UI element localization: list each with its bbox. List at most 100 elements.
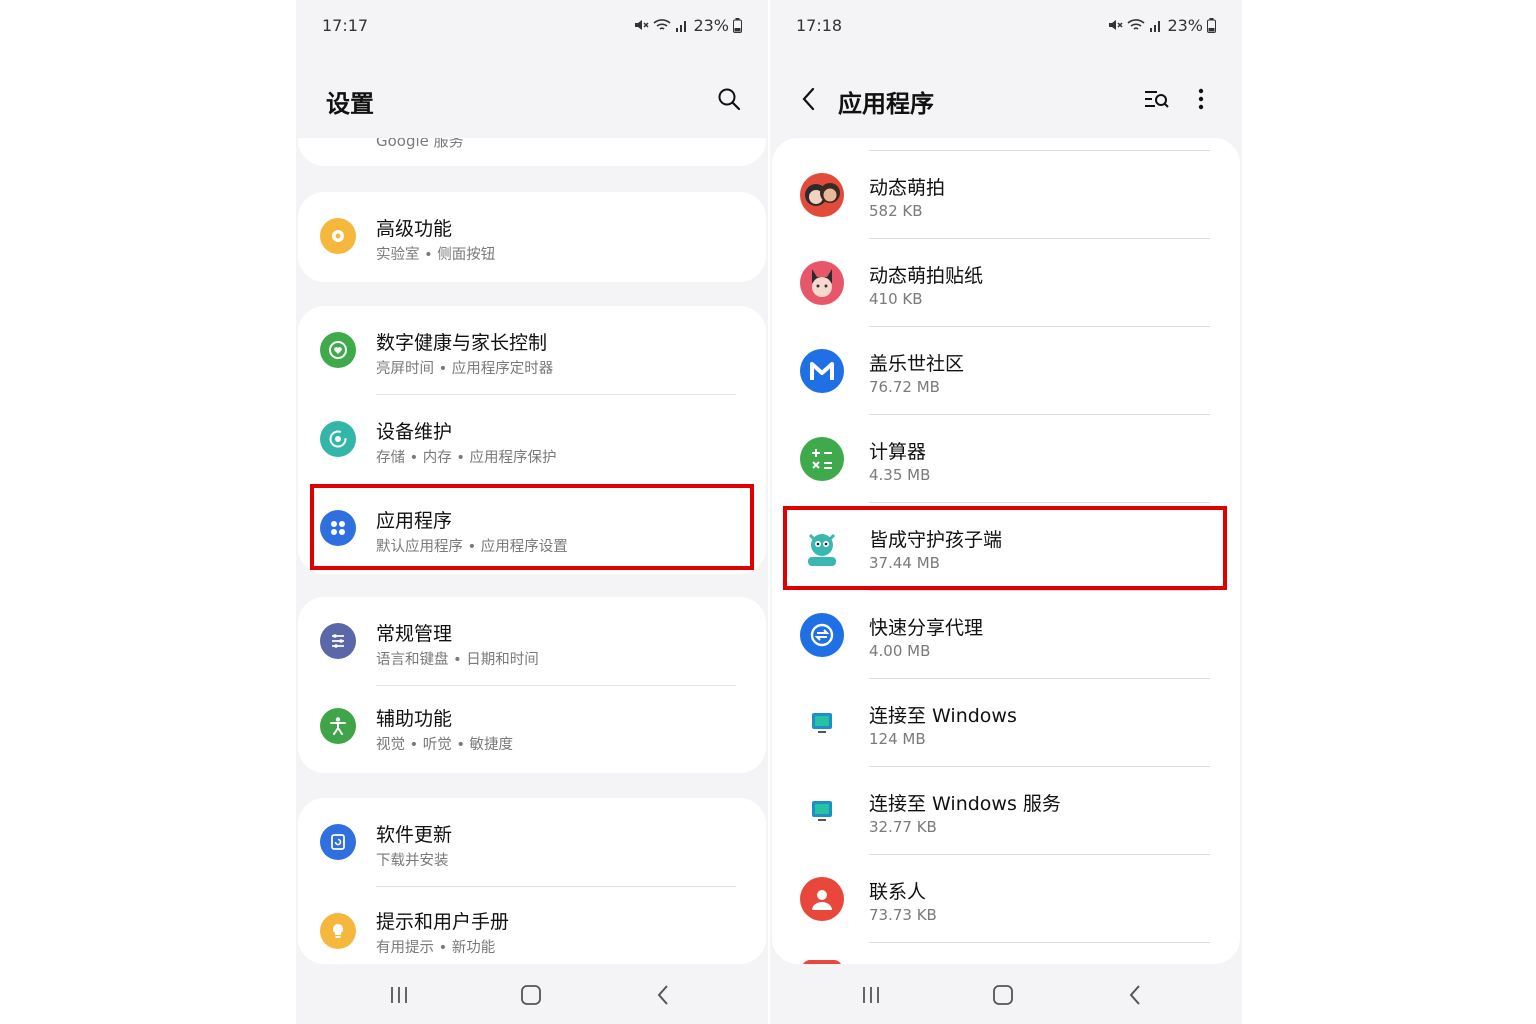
app-name: 快速分享代理: [869, 617, 984, 639]
navigation-bar: [770, 964, 1242, 1024]
ar-emoji-sticker-icon: [800, 261, 844, 305]
item-title: 软件更新: [376, 824, 453, 846]
home-button[interactable]: [518, 982, 544, 1008]
home-icon: [521, 985, 541, 1005]
maintenance-icon: [320, 421, 356, 457]
settings-item-general[interactable]: 常规管理 语言和键盘 • 日期和时间: [298, 597, 766, 685]
advanced-card: 高级功能 实验室 • 侧面按钮: [298, 192, 766, 282]
highlight-box-apps: [310, 484, 754, 570]
status-icons: 23%: [1107, 16, 1216, 35]
app-name: 连接至 Windows 服务: [869, 793, 1061, 815]
settings-item-accessibility[interactable]: 辅助功能 视觉 • 听觉 • 敏捷度: [298, 686, 766, 773]
more-options-button[interactable]: [1184, 82, 1218, 116]
home-button[interactable]: [990, 982, 1016, 1008]
wifi-icon: [653, 19, 671, 30]
settings-item-wellbeing[interactable]: 数字健康与家长控制 亮屏时间 • 应用程序定时器: [298, 306, 766, 394]
settings-item-tips[interactable]: 提示和用户手册 有用提示 • 新功能: [298, 887, 766, 964]
app-item[interactable]: 联系人 73.73 KB: [772, 855, 1240, 943]
app-size: 32.77 KB: [869, 818, 937, 836]
update-card: 软件更新 下载并安装 提示和用户手册 有用提示 • 新功能: [298, 798, 766, 964]
app-size: 73.73 KB: [869, 906, 937, 924]
status-time: 17:18: [796, 15, 843, 35]
contacts-icon: [800, 877, 844, 921]
lightbulb-icon: [320, 913, 356, 949]
item-title: 高级功能: [376, 218, 453, 240]
item-sub: 有用提示 • 新功能: [376, 940, 496, 956]
app-name: 计算器: [869, 441, 927, 463]
page-title: 应用程序: [838, 90, 934, 118]
item-title: 提示和用户手册: [376, 911, 510, 933]
app-name: 联系人: [869, 881, 927, 903]
heart-icon: [320, 332, 356, 368]
back-arrow-icon: [802, 87, 815, 111]
app-size: 4.35 MB: [869, 466, 931, 484]
battery-icon: [1207, 17, 1216, 33]
item-sub: 实验室 • 侧面按钮: [376, 247, 496, 263]
status-bar: 17:17 23%: [322, 12, 742, 38]
app-size: 76.72 MB: [869, 378, 940, 396]
wifi-icon: [1127, 19, 1145, 30]
recents-icon: [863, 987, 879, 1003]
status-icons: 23%: [633, 16, 742, 35]
settings-item-advanced[interactable]: 高级功能 实验室 • 侧面按钮: [298, 192, 766, 282]
settings-screen: 17:17 23% 设置 Google 服务 设置 高级功能: [296, 0, 768, 1024]
app-item[interactable]: 动态萌拍贴纸 410 KB: [772, 239, 1240, 327]
signal-icon: [676, 21, 687, 32]
recents-icon: [391, 987, 407, 1003]
settings-item-maintenance[interactable]: 设备维护 存储 • 内存 • 应用程序保护: [298, 395, 766, 483]
recents-button[interactable]: [386, 982, 412, 1008]
calculator-icon: [800, 437, 844, 481]
battery-percent: 23%: [1167, 15, 1203, 35]
app-item[interactable]: 盖乐世社区 76.72 MB: [772, 327, 1240, 415]
navigation-bar: [296, 964, 768, 1024]
signal-icon: [1150, 21, 1161, 32]
app-item[interactable]: 计算器 4.35 MB: [772, 415, 1240, 503]
highlight-box-kids-guard: [783, 506, 1227, 590]
status-time: 17:17: [322, 15, 369, 35]
app-size: 4.00 MB: [869, 642, 931, 660]
puzzle-icon: [320, 218, 356, 254]
divider: [869, 942, 1210, 943]
item-sub: 视觉 • 听觉 • 敏捷度: [376, 737, 514, 753]
app-name: 动态萌拍: [869, 177, 946, 199]
app-name: 盖乐世社区: [869, 353, 965, 375]
item-sub: 语言和键盘 • 日期和时间: [376, 652, 539, 668]
back-nav-button[interactable]: [792, 82, 826, 116]
general-card: 常规管理 语言和键盘 • 日期和时间 辅助功能 视觉 • 听觉 • 敏捷度: [298, 597, 766, 773]
app-item[interactable]: 连接至 Windows 124 MB: [772, 679, 1240, 767]
mute-icon: [1109, 20, 1123, 30]
item-title: 辅助功能: [376, 708, 453, 730]
home-icon: [993, 985, 1013, 1005]
update-icon: [320, 824, 356, 860]
app-item[interactable]: 快速分享代理 4.00 MB: [772, 591, 1240, 679]
item-sub: 存储 • 内存 • 应用程序保护: [376, 450, 557, 466]
members-icon: [800, 349, 844, 393]
battery-percent: 23%: [693, 15, 729, 35]
mute-icon: [635, 20, 649, 30]
app-name: 连接至 Windows: [869, 705, 1017, 727]
link-to-windows-icon: [800, 701, 844, 745]
filter-search-icon: [1145, 91, 1169, 108]
item-title: 设备维护: [376, 421, 453, 443]
battery-icon: [733, 17, 742, 33]
accessibility-icon: [320, 708, 356, 744]
filter-search-button[interactable]: [1140, 82, 1174, 116]
back-icon: [1129, 985, 1140, 1005]
apps-screen: 17:18 23% 应用程序 动态萌拍 582 KB 动态萌拍贴纸 410 KB…: [770, 0, 1242, 1024]
app-item[interactable]: 连接至 Windows 服务 32.77 KB: [772, 767, 1240, 855]
app-size: 410 KB: [869, 290, 923, 308]
header: 应用程序: [770, 78, 1242, 122]
app-size: 124 MB: [869, 730, 926, 748]
back-button[interactable]: [650, 982, 676, 1008]
app-size: 582 KB: [869, 202, 923, 220]
status-bar: 17:18 23%: [796, 12, 1216, 38]
link-to-windows-service-icon: [800, 789, 844, 833]
back-button[interactable]: [1122, 982, 1148, 1008]
app-name: 动态萌拍贴纸: [869, 265, 984, 287]
app-item[interactable]: 动态萌拍 582 KB: [772, 151, 1240, 239]
settings-item-update[interactable]: 软件更新 下载并安装: [298, 798, 766, 886]
quick-share-icon: [800, 613, 844, 657]
item-title: 数字健康与家长控制: [376, 332, 548, 354]
recents-button[interactable]: [858, 982, 884, 1008]
more-vertical-icon: [1198, 88, 1204, 110]
